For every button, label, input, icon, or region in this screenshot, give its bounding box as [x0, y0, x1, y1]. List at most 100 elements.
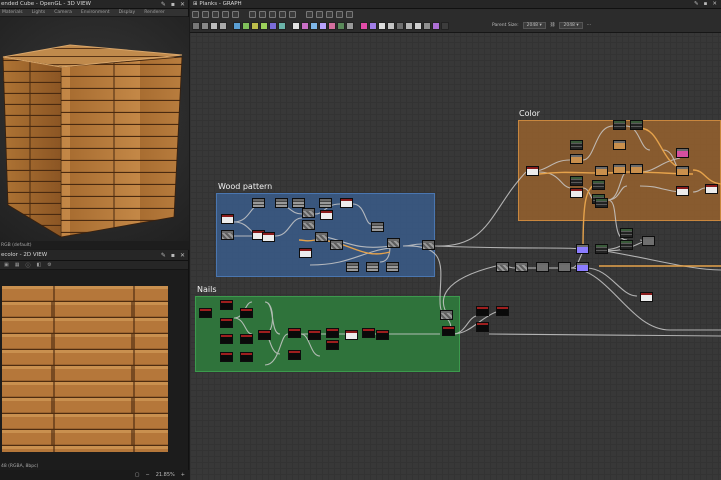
graph-node[interactable] [220, 318, 233, 328]
graph-node[interactable] [526, 166, 539, 176]
graph-node[interactable] [362, 328, 375, 338]
wood-cube [2, 44, 183, 238]
zoom-fit-icon[interactable]: ▢ [135, 472, 140, 478]
graph-node[interactable] [258, 330, 271, 340]
close-icon[interactable]: ✕ [180, 1, 185, 8]
graph-node[interactable] [676, 186, 689, 196]
info-icon[interactable]: ⓘ [25, 262, 30, 269]
menu-display[interactable]: Display [119, 10, 136, 15]
graph-node[interactable] [199, 308, 212, 318]
graph-node[interactable] [220, 352, 233, 362]
tile-icon[interactable]: ▦ [15, 262, 20, 268]
graph-node[interactable] [366, 262, 379, 272]
graph-node[interactable] [315, 232, 328, 242]
graph-panel[interactable]: ⊞ Planks - GRAPH ✎ ▪ ✕ Parent Size: 2048… [190, 0, 721, 480]
graph-node[interactable] [630, 164, 643, 174]
graph-node[interactable] [705, 184, 718, 194]
graph-node[interactable] [387, 238, 400, 248]
graph-node[interactable] [299, 248, 312, 258]
graph-node[interactable] [240, 352, 253, 362]
graph-node[interactable] [440, 310, 453, 320]
graph-node[interactable] [642, 236, 655, 246]
menu-environment[interactable]: Environment [81, 10, 110, 15]
menu-materials[interactable]: Materials [2, 10, 23, 15]
graph-node[interactable] [330, 240, 343, 250]
graph-node[interactable] [592, 180, 605, 190]
graph-node[interactable] [320, 210, 333, 220]
graph-node[interactable] [326, 328, 339, 338]
graph-node[interactable] [630, 120, 643, 130]
graph-node[interactable] [275, 198, 288, 208]
graph-node[interactable] [288, 350, 301, 360]
graph-node[interactable] [476, 306, 489, 316]
graph-node[interactable] [620, 240, 633, 250]
graph-node[interactable] [422, 240, 435, 250]
pin-icon[interactable]: ✎ [161, 252, 166, 259]
graph-node[interactable] [308, 330, 321, 340]
graph-node[interactable] [570, 154, 583, 164]
graph-node[interactable] [220, 300, 233, 310]
graph-node[interactable] [340, 198, 353, 208]
2d-view-status: 48 (RGBA, 8bpc) [1, 463, 39, 469]
graph-node[interactable] [371, 222, 384, 232]
pin-icon[interactable]: ✎ [161, 1, 166, 8]
graph-node[interactable] [613, 140, 626, 150]
settings-icon[interactable]: ⚙ [47, 262, 51, 268]
texture-preview[interactable] [2, 286, 168, 452]
maximize-icon[interactable]: ▪ [171, 252, 175, 259]
graph-node[interactable] [442, 326, 455, 336]
graph-node[interactable] [676, 148, 689, 158]
graph-node[interactable] [476, 322, 489, 332]
graph-node[interactable] [262, 232, 275, 242]
maximize-icon[interactable]: ▪ [171, 1, 175, 8]
graph-node[interactable] [302, 220, 315, 230]
graph-node[interactable] [515, 262, 528, 272]
close-icon[interactable]: ✕ [180, 252, 185, 259]
menu-lights[interactable]: Lights [32, 10, 46, 15]
graph-node[interactable] [319, 198, 332, 208]
2d-view-toolbar: ▣ ▦ ⓘ ◧ ⚙ [0, 261, 188, 270]
graph-node[interactable] [558, 262, 571, 272]
graph-node[interactable] [288, 328, 301, 338]
graph-node[interactable] [252, 198, 265, 208]
graph-node[interactable] [640, 292, 653, 302]
graph-node[interactable] [576, 244, 589, 254]
zoom-level[interactable]: 21.85% [156, 472, 175, 478]
graph-node[interactable] [221, 214, 234, 224]
graph-node[interactable] [326, 340, 339, 350]
3d-viewport[interactable] [0, 17, 189, 241]
zoom-out-icon[interactable]: − [146, 472, 150, 478]
graph-node[interactable] [536, 262, 549, 272]
graph-node[interactable] [595, 166, 608, 176]
graph-node[interactable] [595, 198, 608, 208]
menu-renderer[interactable]: Renderer [144, 10, 165, 15]
graph-node[interactable] [570, 176, 583, 186]
zoom-in-icon[interactable]: + [181, 472, 185, 478]
snapshot-icon[interactable]: ◧ [36, 262, 41, 268]
graph-node[interactable] [240, 308, 253, 318]
graph-node[interactable] [570, 188, 583, 198]
menu-camera[interactable]: Camera [54, 10, 72, 15]
graph-node[interactable] [376, 330, 389, 340]
graph-node[interactable] [496, 262, 509, 272]
graph-node[interactable] [240, 334, 253, 344]
graph-node[interactable] [292, 198, 305, 208]
graph-node[interactable] [386, 262, 399, 272]
graph-node[interactable] [613, 164, 626, 174]
graph-node[interactable] [496, 306, 509, 316]
graph-node[interactable] [221, 230, 234, 240]
2d-view-panel: ecolor - 2D VIEW ✎ ▪ ✕ ▣ ▦ ⓘ ◧ ⚙ 48 (RGB… [0, 250, 189, 480]
graph-node[interactable] [576, 262, 589, 272]
graph-node[interactable] [570, 140, 583, 150]
graph-node[interactable] [220, 334, 233, 344]
graph-node[interactable] [620, 228, 633, 238]
graph-node[interactable] [595, 244, 608, 254]
graph-node[interactable] [345, 330, 358, 340]
channel-icon[interactable]: ▣ [4, 262, 9, 268]
graph-node[interactable] [676, 166, 689, 176]
graph-node[interactable] [346, 262, 359, 272]
3d-view-menu-bar: Materials Lights Camera Environment Disp… [0, 9, 188, 17]
3d-view-title-bar: ended Cube - OpenGL - 3D VIEW ✎ ▪ ✕ [0, 0, 188, 9]
graph-node[interactable] [302, 208, 315, 218]
graph-node[interactable] [613, 120, 626, 130]
